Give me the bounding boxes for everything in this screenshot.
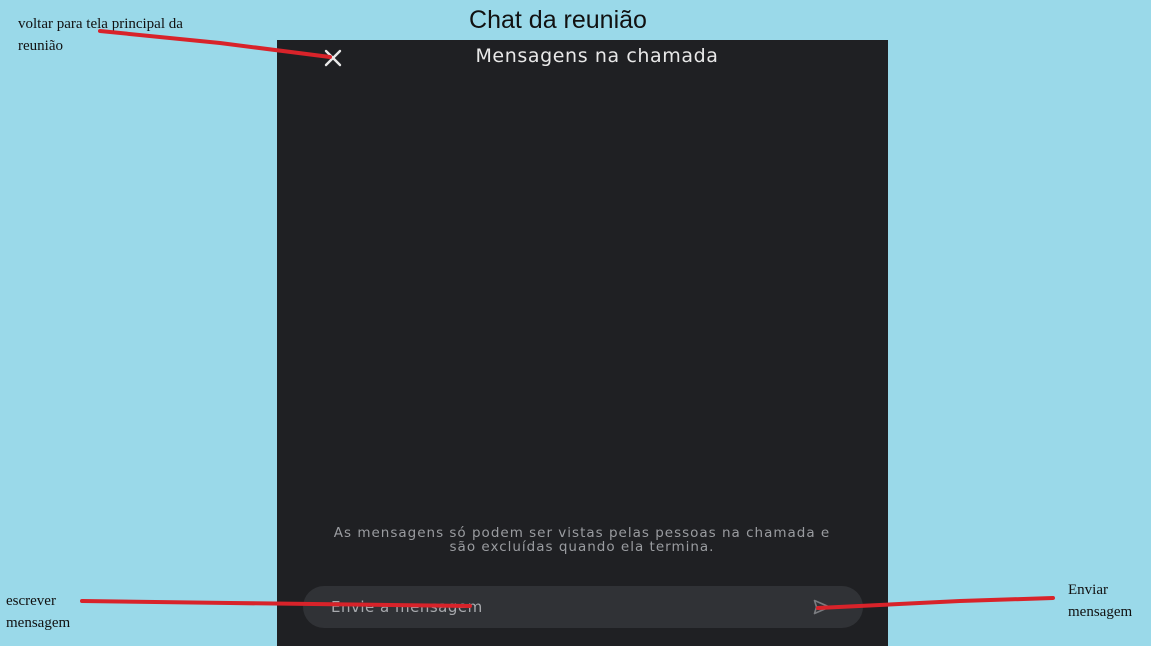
annotation-send-message: Enviar mensagem: [1068, 582, 1133, 620]
chat-screen: Mensagens na chamada As mensagens só pod…: [277, 40, 888, 646]
annotation-back: voltar para tela principal da reunião: [18, 16, 183, 54]
annotation-write-message: escrever mensagem: [6, 593, 71, 631]
message-input[interactable]: [331, 594, 791, 620]
message-composer: [303, 586, 863, 628]
send-icon-glyph: [813, 599, 831, 615]
chat-disclaimer: As mensagens só podem ser vistas pelas p…: [333, 525, 831, 555]
chat-header-title: Mensagens na chamada: [475, 45, 719, 67]
send-icon[interactable]: [813, 599, 831, 615]
